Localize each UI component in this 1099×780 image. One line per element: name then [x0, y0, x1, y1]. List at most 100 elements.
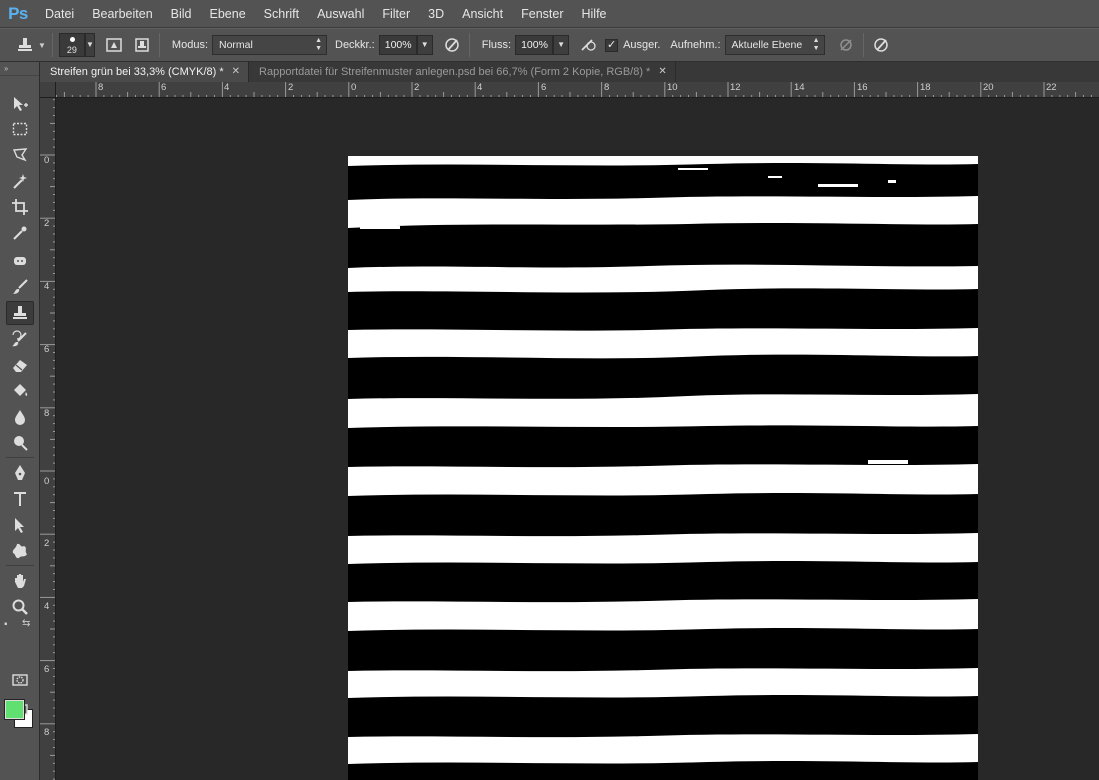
ruler-label: 6 [541, 82, 547, 93]
ruler-label: 4 [224, 82, 230, 93]
modus-label: Modus: [171, 39, 208, 51]
type-tool-icon[interactable] [6, 487, 34, 511]
menu-filter[interactable]: Filter [373, 0, 419, 28]
preset-dropdown-arrow-icon[interactable]: ▼ [38, 41, 46, 50]
fluss-input[interactable]: 100% [515, 35, 554, 55]
tab-label: Streifen grün bei 33,3% (CMYK/8) * [50, 66, 224, 78]
ruler-label: 2 [288, 82, 294, 93]
close-icon[interactable]: ✕ [658, 62, 666, 82]
stripe-artwork [348, 156, 978, 780]
path-selection-icon[interactable] [6, 513, 34, 537]
deckkraft-input[interactable]: 100% [378, 35, 417, 55]
dodge-icon[interactable] [6, 431, 34, 455]
pressure-opacity-icon[interactable] [441, 34, 463, 56]
ruler-origin[interactable] [40, 82, 56, 98]
ruler-label: 8 [44, 727, 50, 738]
photoshop-logo: Ps [8, 3, 28, 23]
menu-ansicht[interactable]: Ansicht [453, 0, 512, 28]
ruler-label: 4 [44, 281, 50, 292]
menu-ebene[interactable]: Ebene [201, 0, 255, 28]
aufnehm-value: Aktuelle Ebene [731, 39, 803, 51]
zoom-tool-icon[interactable] [6, 595, 34, 619]
tool-preset-picker[interactable]: ▼ [0, 34, 46, 56]
paint-bucket-icon[interactable] [6, 379, 34, 403]
vertical-ruler[interactable]: 0 2 4 6 8 0 2 4 6 8 [40, 82, 56, 780]
fluss-dropdown-arrow-icon[interactable]: ▼ [553, 35, 570, 55]
eraser-icon[interactable] [6, 353, 34, 377]
select-arrows-icon: ▲ ▼ [812, 37, 820, 52]
eyedropper-icon[interactable] [6, 221, 34, 245]
aufnehm-select[interactable]: Aktuelle Ebene ▲ ▼ [724, 35, 825, 55]
quick-mask-icon[interactable] [6, 668, 34, 692]
document-tabs: Streifen grün bei 33,3% (CMYK/8) * ✕ Rap… [40, 62, 1099, 82]
ruler-label: 6 [44, 664, 50, 675]
horizontal-ruler[interactable]: 8 6 4 2 0 2 4 6 8 10 12 14 16 18 20 22 [56, 82, 1099, 98]
tools-panel: ›› ▪ ⇆ [0, 62, 40, 780]
separator [468, 33, 470, 57]
separator [51, 33, 53, 57]
pattern-stamp-toggle-icon[interactable] [131, 34, 153, 56]
ausger-checkbox[interactable]: ✓ [605, 38, 619, 52]
ruler-label: 16 [857, 82, 868, 93]
ruler-ticks [56, 82, 1092, 97]
options-bar: ▼ 29 ▼ Modus: Normal ▲▼ Deckkr.: 100% ▼ [0, 28, 1099, 62]
fluss-label: Fluss: [481, 39, 512, 51]
menu-datei[interactable]: Datei [36, 0, 83, 28]
menu-bearbeiten[interactable]: Bearbeiten [83, 0, 161, 28]
menu-hilfe[interactable]: Hilfe [573, 0, 616, 28]
crop-tool-icon[interactable] [6, 195, 34, 219]
canvas-area[interactable] [56, 98, 1099, 780]
ausger-label: Ausger. [623, 39, 661, 51]
ruler-label: 6 [161, 82, 167, 93]
pressure-size-icon[interactable] [870, 34, 892, 56]
tab-streifen-gruen[interactable]: Streifen grün bei 33,3% (CMYK/8) * ✕ [40, 62, 250, 82]
custom-shape-icon[interactable] [6, 539, 34, 563]
spot-healing-icon[interactable] [6, 249, 34, 273]
separator [158, 33, 160, 57]
ignore-adjustment-layers-icon[interactable] [835, 34, 857, 56]
ruler-label: 12 [730, 82, 741, 93]
swap-colors-icon[interactable]: ⇆ [22, 618, 30, 629]
ruler-label: 4 [44, 601, 50, 612]
blur-icon[interactable] [6, 405, 34, 429]
brush-size-picker[interactable]: 29 [58, 33, 85, 57]
panel-collapse-icon[interactable]: ›› [0, 62, 39, 76]
menu-bild[interactable]: Bild [162, 0, 201, 28]
separator [6, 457, 34, 458]
history-brush-icon[interactable] [6, 327, 34, 351]
magic-wand-icon[interactable] [6, 169, 34, 193]
select-arrows-icon: ▲ ▼ [315, 37, 322, 52]
ruler-label: 14 [794, 82, 805, 93]
modus-select[interactable]: Normal ▲ ▼ [212, 35, 327, 55]
modus-value: Normal [219, 39, 253, 51]
foreground-color-swatch[interactable] [4, 699, 25, 720]
clone-stamp-preset-icon[interactable] [14, 34, 36, 56]
ruler-label: 2 [44, 538, 50, 549]
menu-schrift[interactable]: Schrift [255, 0, 308, 28]
menu-auswahl[interactable]: Auswahl [308, 0, 373, 28]
menu-fenster[interactable]: Fenster [512, 0, 572, 28]
deckkraft-dropdown-arrow-icon[interactable]: ▼ [416, 35, 433, 55]
brush-dropdown-arrow-icon[interactable]: ▼ [84, 33, 95, 57]
clone-source-panel-icon[interactable] [103, 34, 125, 56]
pen-tool-icon[interactable] [6, 461, 34, 485]
brush-tool-icon[interactable] [6, 275, 34, 299]
close-icon[interactable]: ✕ [232, 62, 240, 82]
marquee-tool-icon[interactable] [6, 117, 34, 141]
hand-tool-icon[interactable] [6, 569, 34, 593]
airbrush-icon[interactable] [577, 34, 599, 56]
tab-rapportdatei[interactable]: Rapportdatei für Streifenmuster anlegen.… [249, 62, 676, 82]
ruler-label: 22 [1046, 82, 1057, 93]
lasso-tool-icon[interactable] [6, 143, 34, 167]
brush-size-value: 29 [66, 45, 77, 55]
document-canvas[interactable] [348, 156, 978, 780]
ruler-label: 18 [920, 82, 931, 93]
default-colors-icon[interactable]: ▪ [4, 619, 8, 630]
clone-stamp-icon[interactable] [6, 301, 34, 325]
ruler-label: 0 [44, 476, 50, 487]
move-tool-icon[interactable] [6, 92, 34, 116]
ruler-label: 8 [98, 82, 104, 93]
menu-3d[interactable]: 3D [419, 0, 453, 28]
aufnehm-label: Aufnehm.: [670, 39, 721, 51]
ruler-label: 8 [604, 82, 610, 93]
